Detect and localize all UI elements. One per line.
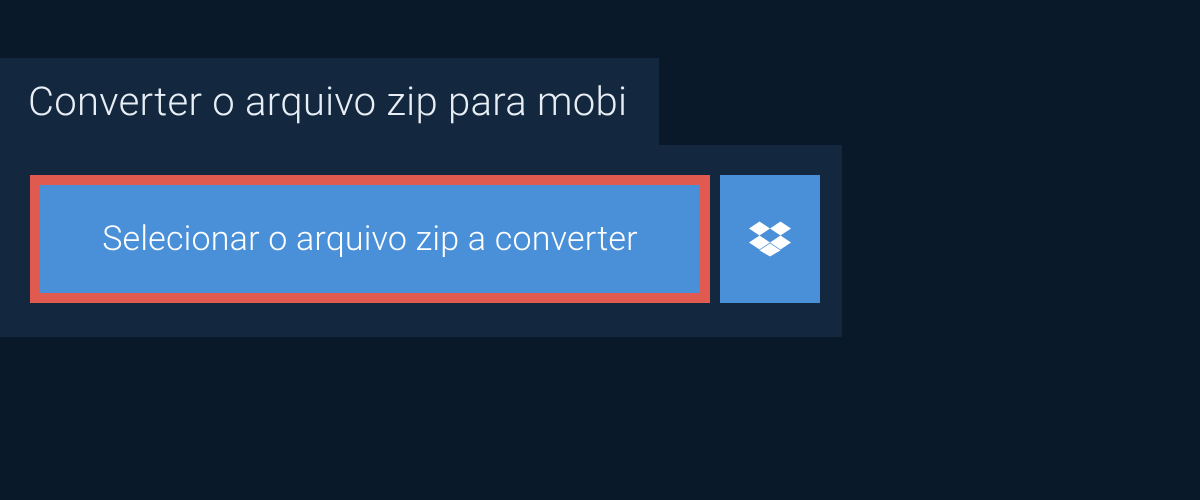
select-file-label: Selecionar o arquivo zip a converter bbox=[102, 219, 638, 259]
upload-panel: Selecionar o arquivo zip a converter bbox=[0, 145, 842, 337]
title-bar: Converter o arquivo zip para mobi bbox=[0, 58, 659, 145]
select-file-button[interactable]: Selecionar o arquivo zip a converter bbox=[30, 175, 710, 303]
dropbox-icon bbox=[749, 218, 791, 260]
button-row: Selecionar o arquivo zip a converter bbox=[30, 175, 822, 303]
page-title: Converter o arquivo zip para mobi bbox=[28, 78, 627, 125]
dropbox-button[interactable] bbox=[720, 175, 820, 303]
